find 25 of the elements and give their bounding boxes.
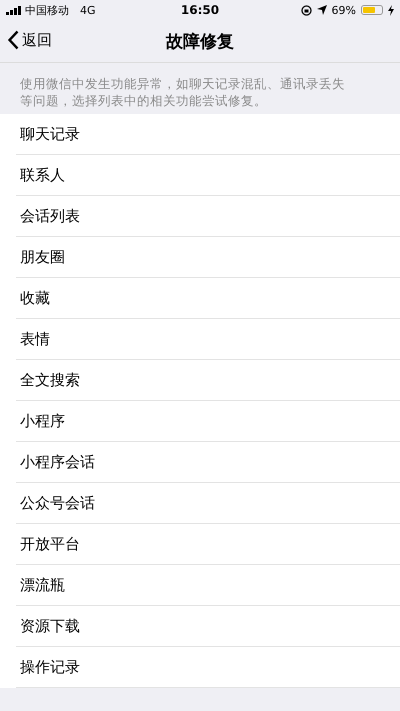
list-item[interactable]: 开放平台 bbox=[16, 524, 400, 565]
back-button[interactable]: 返回 bbox=[8, 30, 52, 50]
location-arrow-icon bbox=[316, 5, 327, 15]
description-text: 使用微信中发生功能异常，如聊天记录混乱、通讯录丢失等问题，选择列表中的相关功能尝试修复。 bbox=[19, 75, 346, 110]
list-item[interactable]: 联系人 bbox=[16, 155, 400, 196]
carrier-name: 中国移动 bbox=[25, 2, 69, 18]
list-item[interactable]: 公众号会话 bbox=[16, 483, 400, 524]
battery-percent: 69% bbox=[332, 4, 356, 16]
list-item[interactable]: 小程序会话 bbox=[16, 442, 400, 483]
chevron-left-icon bbox=[8, 30, 19, 50]
list-item[interactable]: 聊天记录 bbox=[16, 114, 400, 155]
list-item[interactable]: 资源下载 bbox=[16, 606, 400, 647]
list-item[interactable]: 全文搜索 bbox=[16, 360, 400, 401]
list-item[interactable]: 朋友圈 bbox=[16, 237, 400, 278]
list-item[interactable]: 漂流瓶 bbox=[16, 565, 400, 606]
list-item[interactable]: 会话列表 bbox=[16, 196, 400, 237]
rotation-lock-icon bbox=[300, 4, 312, 16]
signal-icon bbox=[6, 6, 22, 14]
list-item[interactable]: 表情 bbox=[16, 319, 400, 360]
list-item[interactable]: 小程序 bbox=[16, 401, 400, 442]
battery-icon bbox=[360, 5, 383, 15]
page-title: 故障修复 bbox=[166, 30, 234, 52]
status-time: 16:50 bbox=[180, 3, 220, 17]
list-item[interactable]: 收藏 bbox=[16, 278, 400, 319]
network-type: 4G bbox=[80, 4, 96, 16]
